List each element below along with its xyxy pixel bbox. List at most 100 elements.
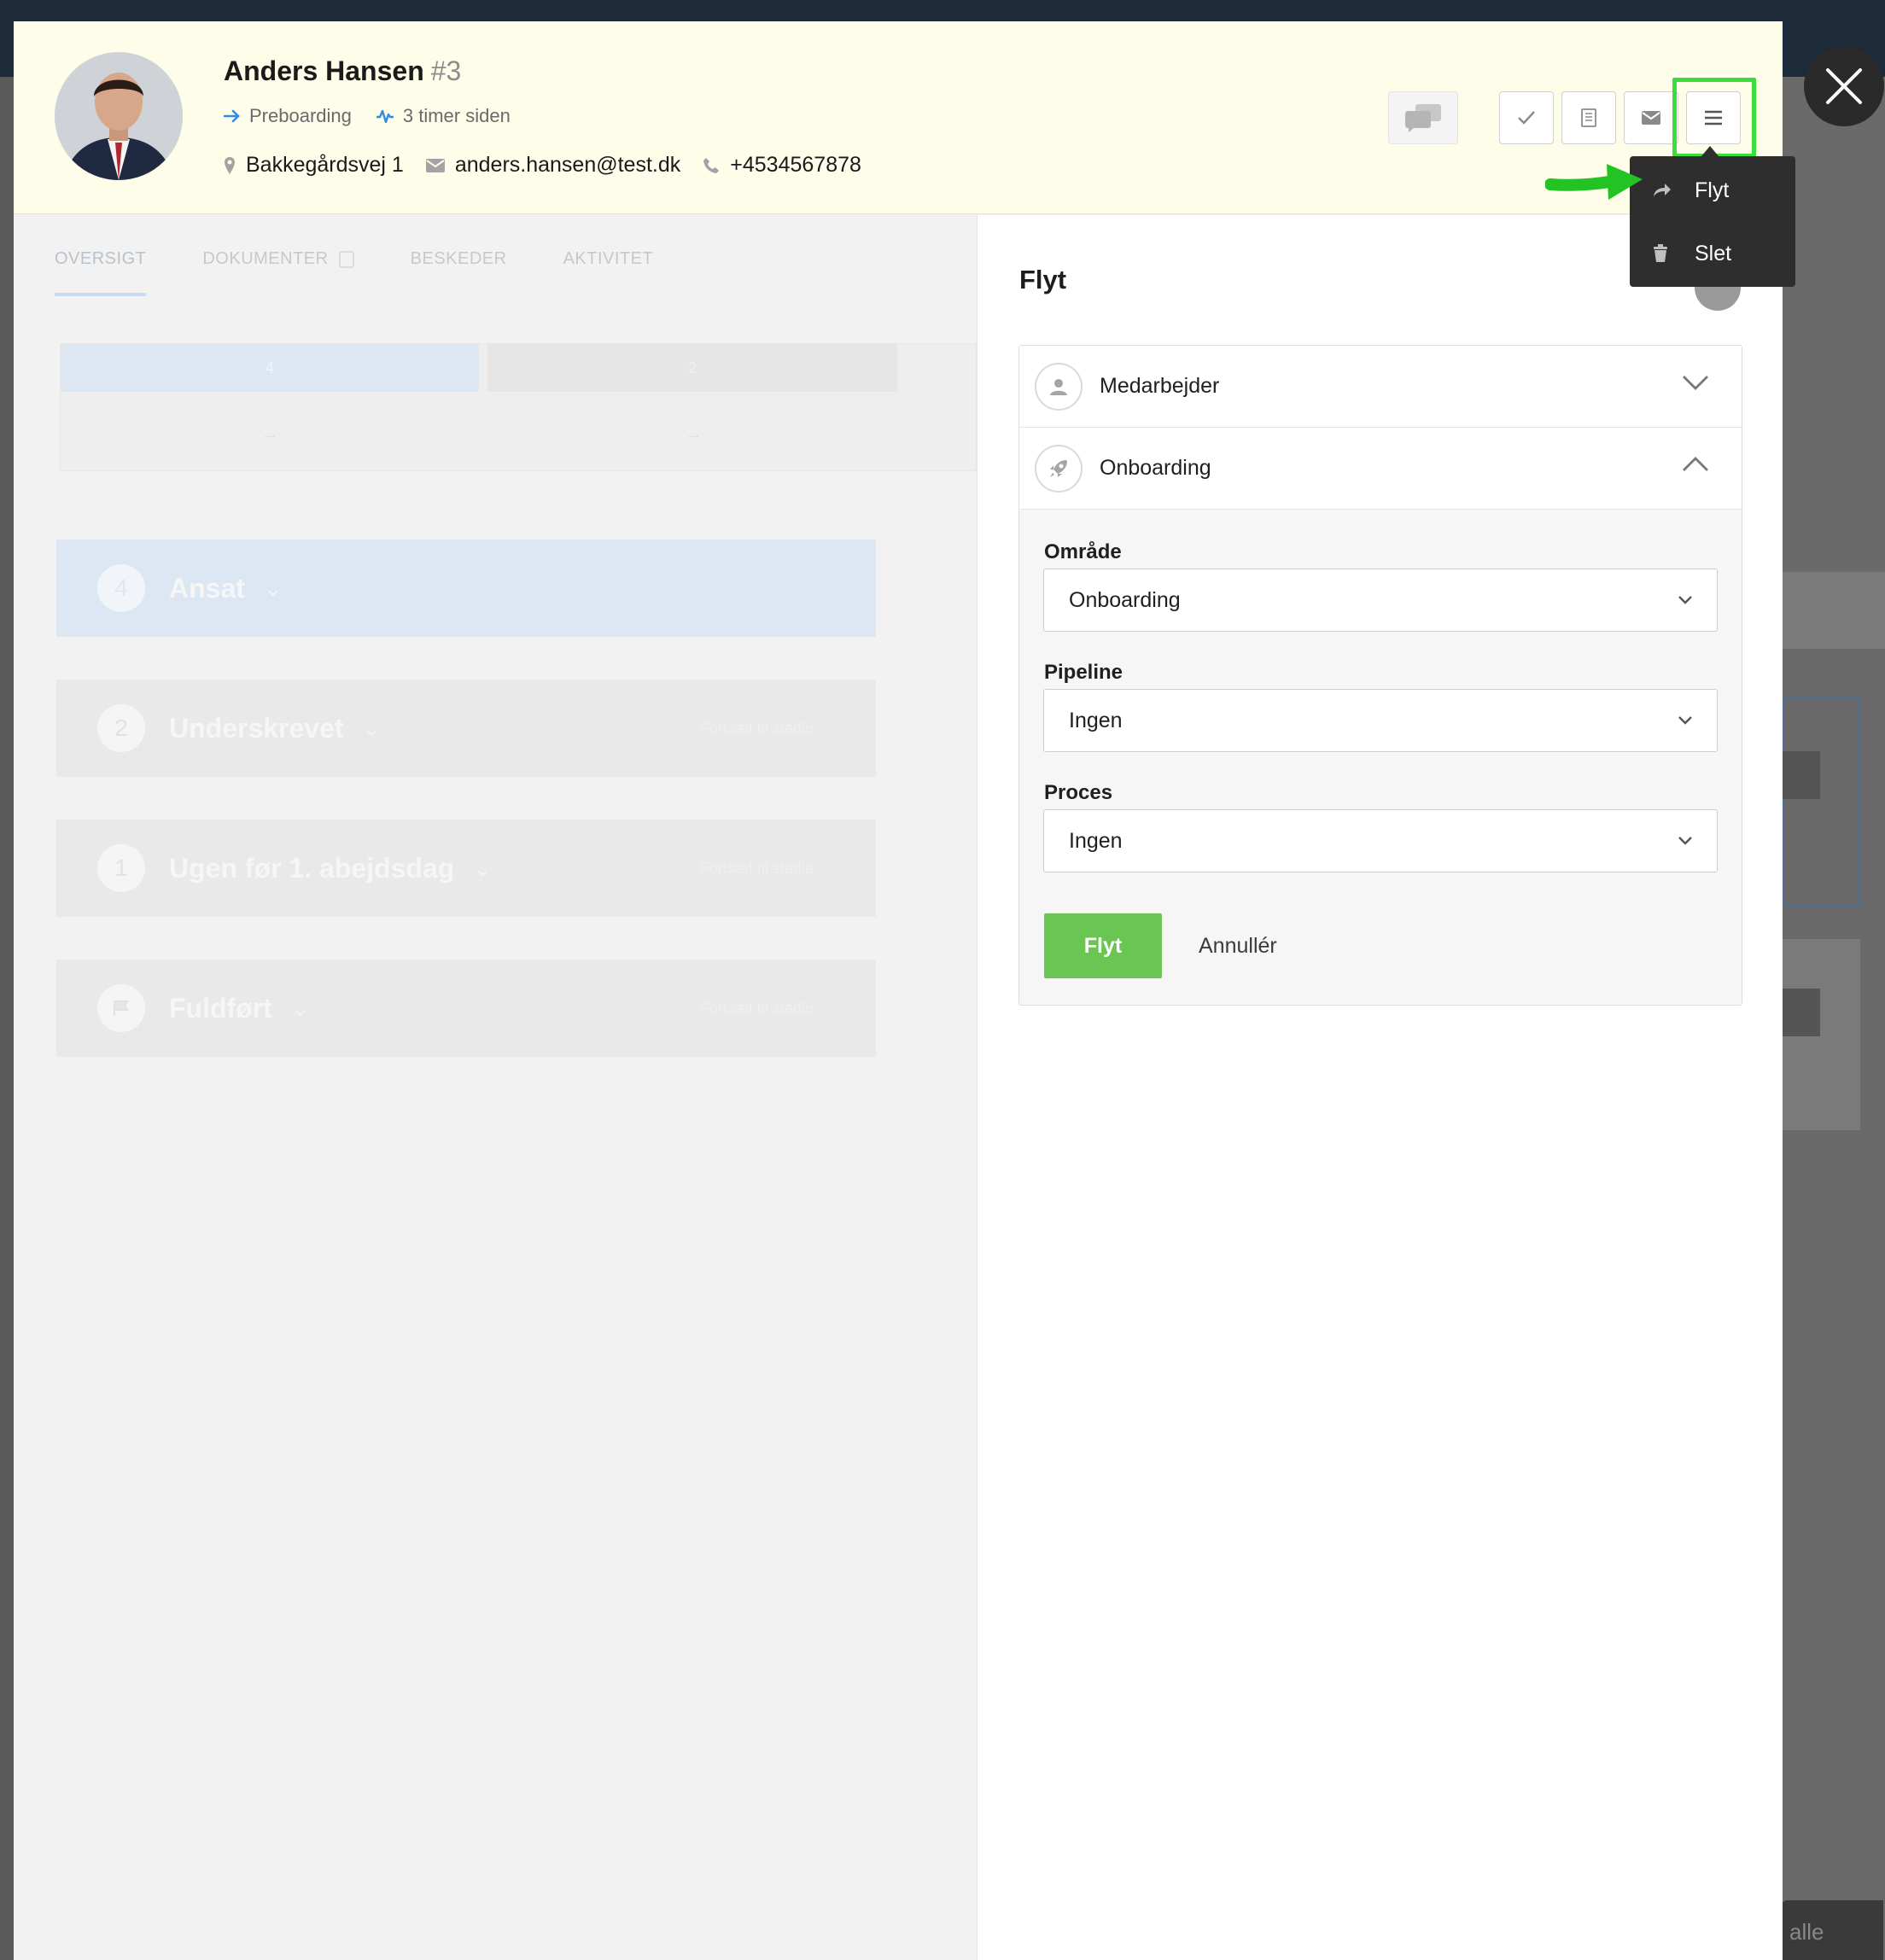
continue-label: Fortsæt til stadie: [699, 719, 814, 737]
chevron-down-icon: [1678, 596, 1692, 604]
proces-select[interactable]: Ingen: [1043, 809, 1718, 872]
stage-link[interactable]: Preboarding: [224, 105, 352, 127]
field-label-omrade: Område: [1044, 540, 1122, 563]
menu-item-label: Flyt: [1695, 178, 1730, 202]
chevron-down-icon: [1678, 716, 1692, 725]
stage-card[interactable]: 1 Ugen før 1. abejdsdag ⌄ Fortsæt til st…: [56, 820, 876, 917]
tab-label: DOKUMENTER: [202, 249, 329, 268]
address: Bakkegårdsvej 1: [224, 153, 404, 178]
tab-oversigt[interactable]: OVERSIGT: [55, 249, 147, 296]
accordion-onboarding[interactable]: Onboarding: [1019, 428, 1742, 510]
tab-label: BESKEDER: [410, 249, 507, 268]
menu-item-label: Slet: [1695, 241, 1732, 265]
phone[interactable]: +4534567878: [703, 153, 861, 178]
chevron-up-icon: [1683, 457, 1708, 471]
arrow-right-icon: →: [260, 423, 279, 444]
pipeline-value: Ingen: [1069, 708, 1123, 732]
tab-aktivitet[interactable]: AKTIVITET: [563, 249, 654, 296]
background-bottom-button-label: alle: [1789, 1919, 1824, 1945]
submit-move-button[interactable]: Flyt: [1044, 913, 1162, 978]
stage-title: Fuldført: [169, 992, 272, 1024]
continue-label: Fortsæt til stadie: [699, 859, 814, 877]
employee-contact: Bakkegårdsvej 1 anders.hansen@test.dk +4…: [224, 153, 884, 178]
continue-link[interactable]: Fortsæt til stadie →: [700, 860, 833, 878]
tab-label: AKTIVITET: [563, 249, 654, 268]
tab-bar: OVERSIGT DOKUMENTER BESKEDER AKTIVITET: [55, 249, 709, 296]
employee-modal: Anders Hansen #3 Preboarding 3 timer side…: [14, 21, 1783, 1960]
stage-title: Ugen før 1. abejdsdag: [169, 852, 455, 884]
stage-progress: 4 2 → →: [60, 343, 977, 471]
checkmark-icon: [1518, 111, 1535, 125]
continue-link[interactable]: Fortsæt til stadie →: [700, 1000, 833, 1018]
accordion-label: Onboarding: [1100, 456, 1211, 480]
more-dropdown-menu: Flyt Slet: [1630, 156, 1795, 287]
flag-icon: [97, 984, 145, 1032]
employee-header: Anders Hansen #3 Preboarding 3 timer side…: [14, 21, 1783, 214]
tab-label: OVERSIGT: [55, 249, 147, 268]
overview-pane: OVERSIGT DOKUMENTER BESKEDER AKTIVITET 4…: [14, 215, 977, 1960]
address-text: Bakkegårdsvej 1: [246, 153, 404, 177]
stage-number: 1: [97, 844, 145, 892]
close-modal-button[interactable]: [1804, 46, 1884, 126]
menu-item-flyt[interactable]: Flyt: [1630, 160, 1795, 221]
omrade-select[interactable]: Onboarding: [1043, 569, 1718, 632]
chat-bubbles-icon: [1405, 104, 1441, 132]
chevron-down-icon: ⌄: [362, 715, 382, 741]
share-arrow-icon: [1652, 183, 1686, 198]
proces-value: Ingen: [1069, 828, 1123, 853]
menu-item-slet[interactable]: Slet: [1630, 223, 1795, 284]
employee-name-text: Anders Hansen: [224, 55, 424, 86]
chevron-down-icon: [1683, 376, 1708, 390]
background-bottom-button: alle: [1781, 1900, 1883, 1960]
move-panel: Flyt Medarbejder Onboarding Område Onboa…: [977, 215, 1783, 1960]
chevron-down-icon: ⌄: [263, 575, 283, 601]
activity-pulse-icon: [376, 109, 394, 124]
envelope-icon: [1642, 111, 1660, 125]
stage-card[interactable]: 2 Underskrevet ⌄ Fortsæt til stadie →: [56, 680, 876, 777]
hamburger-menu-icon: [1705, 110, 1722, 125]
activity-indicator: 3 timer siden: [376, 105, 511, 127]
accordion-label: Medarbejder: [1100, 374, 1220, 398]
chat-button[interactable]: [1388, 91, 1458, 144]
continue-link[interactable]: Fortsæt til stadie →: [700, 720, 833, 738]
task-button[interactable]: [1499, 91, 1554, 144]
stage-number: 4: [97, 564, 145, 612]
arrow-right-icon: [224, 109, 240, 123]
panel-title: Flyt: [1019, 265, 1067, 295]
field-label-pipeline: Pipeline: [1044, 661, 1123, 684]
employee-meta: Preboarding 3 timer siden: [224, 105, 534, 127]
document-icon: [1581, 108, 1596, 127]
continue-label: Fortsæt til stadie: [699, 999, 814, 1017]
employee-number: #3: [430, 55, 462, 86]
stage-card[interactable]: Fuldført ⌄ Fortsæt til stadie →: [56, 960, 876, 1057]
field-label-proces: Proces: [1044, 781, 1113, 804]
accordion-medarbejder[interactable]: Medarbejder: [1019, 346, 1742, 428]
chevron-down-icon: [1678, 837, 1692, 845]
arrow-right-icon: →: [684, 423, 703, 444]
activity-label: 3 timer siden: [402, 105, 511, 126]
email[interactable]: anders.hansen@test.dk: [425, 153, 681, 178]
phone-text: +4534567878: [730, 153, 861, 177]
dropdown-caret: [1701, 146, 1719, 156]
tab-dokumenter[interactable]: DOKUMENTER: [202, 249, 354, 296]
email-button[interactable]: [1624, 91, 1678, 144]
move-accordion: Medarbejder Onboarding Område Onboarding…: [1018, 345, 1742, 1006]
cancel-button[interactable]: Annullér: [1199, 913, 1277, 978]
avatar: [55, 52, 183, 180]
chevron-down-icon: ⌄: [473, 855, 493, 881]
user-icon: [1035, 362, 1083, 411]
email-text: anders.hansen@test.dk: [454, 153, 681, 177]
progress-segment: 4: [61, 344, 479, 392]
badge-icon: [338, 250, 354, 268]
omrade-value: Onboarding: [1069, 587, 1181, 612]
notes-button[interactable]: [1561, 91, 1616, 144]
stage-card[interactable]: 4 Ansat ⌄: [56, 540, 876, 637]
envelope-icon: [425, 158, 445, 172]
more-menu-button[interactable]: [1686, 91, 1741, 144]
progress-segment: 2: [487, 344, 897, 392]
tab-beskeder[interactable]: BESKEDER: [411, 249, 507, 296]
annotation-arrow-icon: [1545, 164, 1643, 200]
pipeline-select[interactable]: Ingen: [1043, 689, 1718, 752]
trash-icon: [1652, 244, 1686, 263]
employee-name: Anders Hansen #3: [224, 55, 461, 87]
